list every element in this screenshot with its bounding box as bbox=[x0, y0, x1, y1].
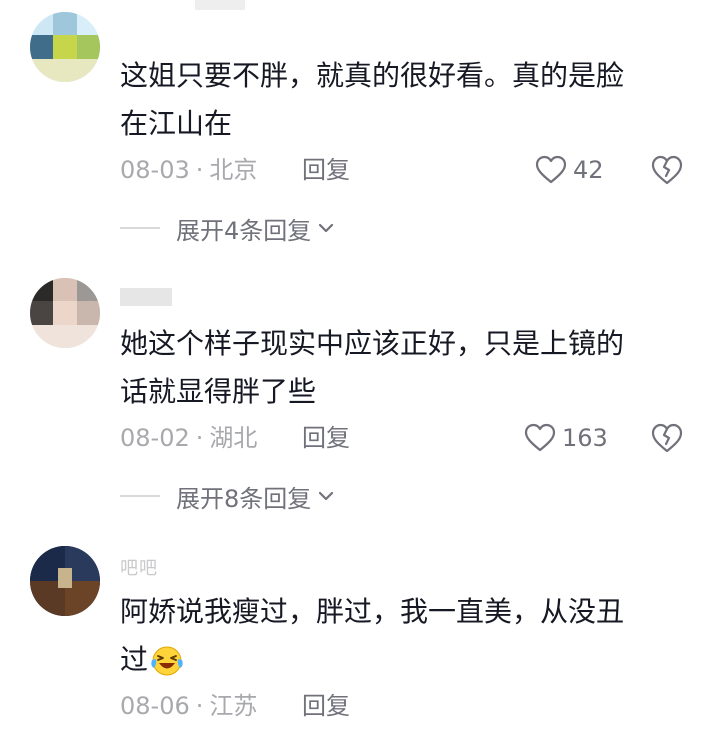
comment-text-line: 她这个样子现实中应该正好，只是上镜的 bbox=[120, 327, 625, 360]
expand-divider bbox=[120, 227, 160, 229]
chevron-down-icon bbox=[319, 491, 334, 501]
avatar[interactable] bbox=[30, 546, 100, 616]
reply-button[interactable]: 回复 bbox=[302, 422, 350, 454]
expand-divider bbox=[120, 495, 160, 497]
broken-heart-icon[interactable] bbox=[650, 421, 684, 455]
like-count: 163 bbox=[562, 424, 608, 452]
expand-replies-label: 展开8条回复 bbox=[176, 484, 312, 513]
username[interactable]: 吧吧 bbox=[120, 554, 158, 579]
like-button[interactable]: 163 bbox=[524, 420, 608, 456]
comment-location: 江苏 bbox=[209, 692, 258, 720]
comment-text-line: 阿娇说我瘦过，胖过，我一直美，从没丑 bbox=[120, 595, 625, 628]
reply-button[interactable]: 回复 bbox=[302, 690, 350, 722]
meta-separator: · bbox=[195, 692, 204, 720]
like-count: 42 bbox=[573, 156, 604, 184]
username-redacted bbox=[195, 0, 245, 10]
comment-date: 08-06 bbox=[120, 692, 190, 720]
comment-date: 08-02 bbox=[120, 424, 190, 452]
avatar-mosaic bbox=[30, 546, 100, 616]
username-redacted bbox=[120, 288, 172, 306]
avatar-mosaic bbox=[30, 278, 100, 348]
expand-replies-label: 展开4条回复 bbox=[176, 216, 312, 245]
heart-icon bbox=[524, 423, 556, 452]
comment-text-line: 这姐只要不胖，就真的很好看。真的是脸 bbox=[120, 59, 625, 92]
expand-replies-button[interactable]: 展开4条回复 bbox=[120, 212, 335, 245]
chevron-down-icon bbox=[319, 223, 334, 233]
comment-text: 阿娇说我瘦过，胖过，我一直美，从没丑 过 bbox=[120, 588, 680, 684]
heart-icon bbox=[535, 155, 567, 184]
like-button[interactable]: 42 bbox=[535, 152, 604, 188]
avatar[interactable] bbox=[30, 278, 100, 348]
comment-meta: 08-02 · 湖北 bbox=[120, 422, 257, 454]
comment-text-span: 过 bbox=[120, 643, 149, 676]
broken-heart-icon[interactable] bbox=[650, 153, 684, 187]
avatar-mosaic bbox=[30, 12, 100, 82]
reply-button[interactable]: 回复 bbox=[302, 154, 350, 186]
laughing-crying-emoji-icon bbox=[151, 646, 183, 676]
comment-date: 08-03 bbox=[120, 156, 190, 184]
comment-location: 北京 bbox=[209, 156, 258, 184]
comment-text-line: 在江山在 bbox=[120, 107, 233, 140]
expand-replies-button[interactable]: 展开8条回复 bbox=[120, 480, 335, 513]
comment-text: 她这个样子现实中应该正好，只是上镜的 话就显得胖了些 bbox=[120, 320, 680, 416]
avatar[interactable] bbox=[30, 12, 100, 82]
comment-meta: 08-06 · 江苏 bbox=[120, 690, 257, 722]
comment-text-line: 话就显得胖了些 bbox=[120, 375, 317, 408]
meta-separator: · bbox=[195, 156, 204, 184]
comment-text: 这姐只要不胖，就真的很好看。真的是脸 在江山在 bbox=[120, 52, 680, 148]
comment-meta: 08-03 · 北京 bbox=[120, 154, 257, 186]
comment-text-line: 过 bbox=[120, 636, 680, 684]
meta-separator: · bbox=[195, 424, 204, 452]
comment-location: 湖北 bbox=[209, 424, 258, 452]
